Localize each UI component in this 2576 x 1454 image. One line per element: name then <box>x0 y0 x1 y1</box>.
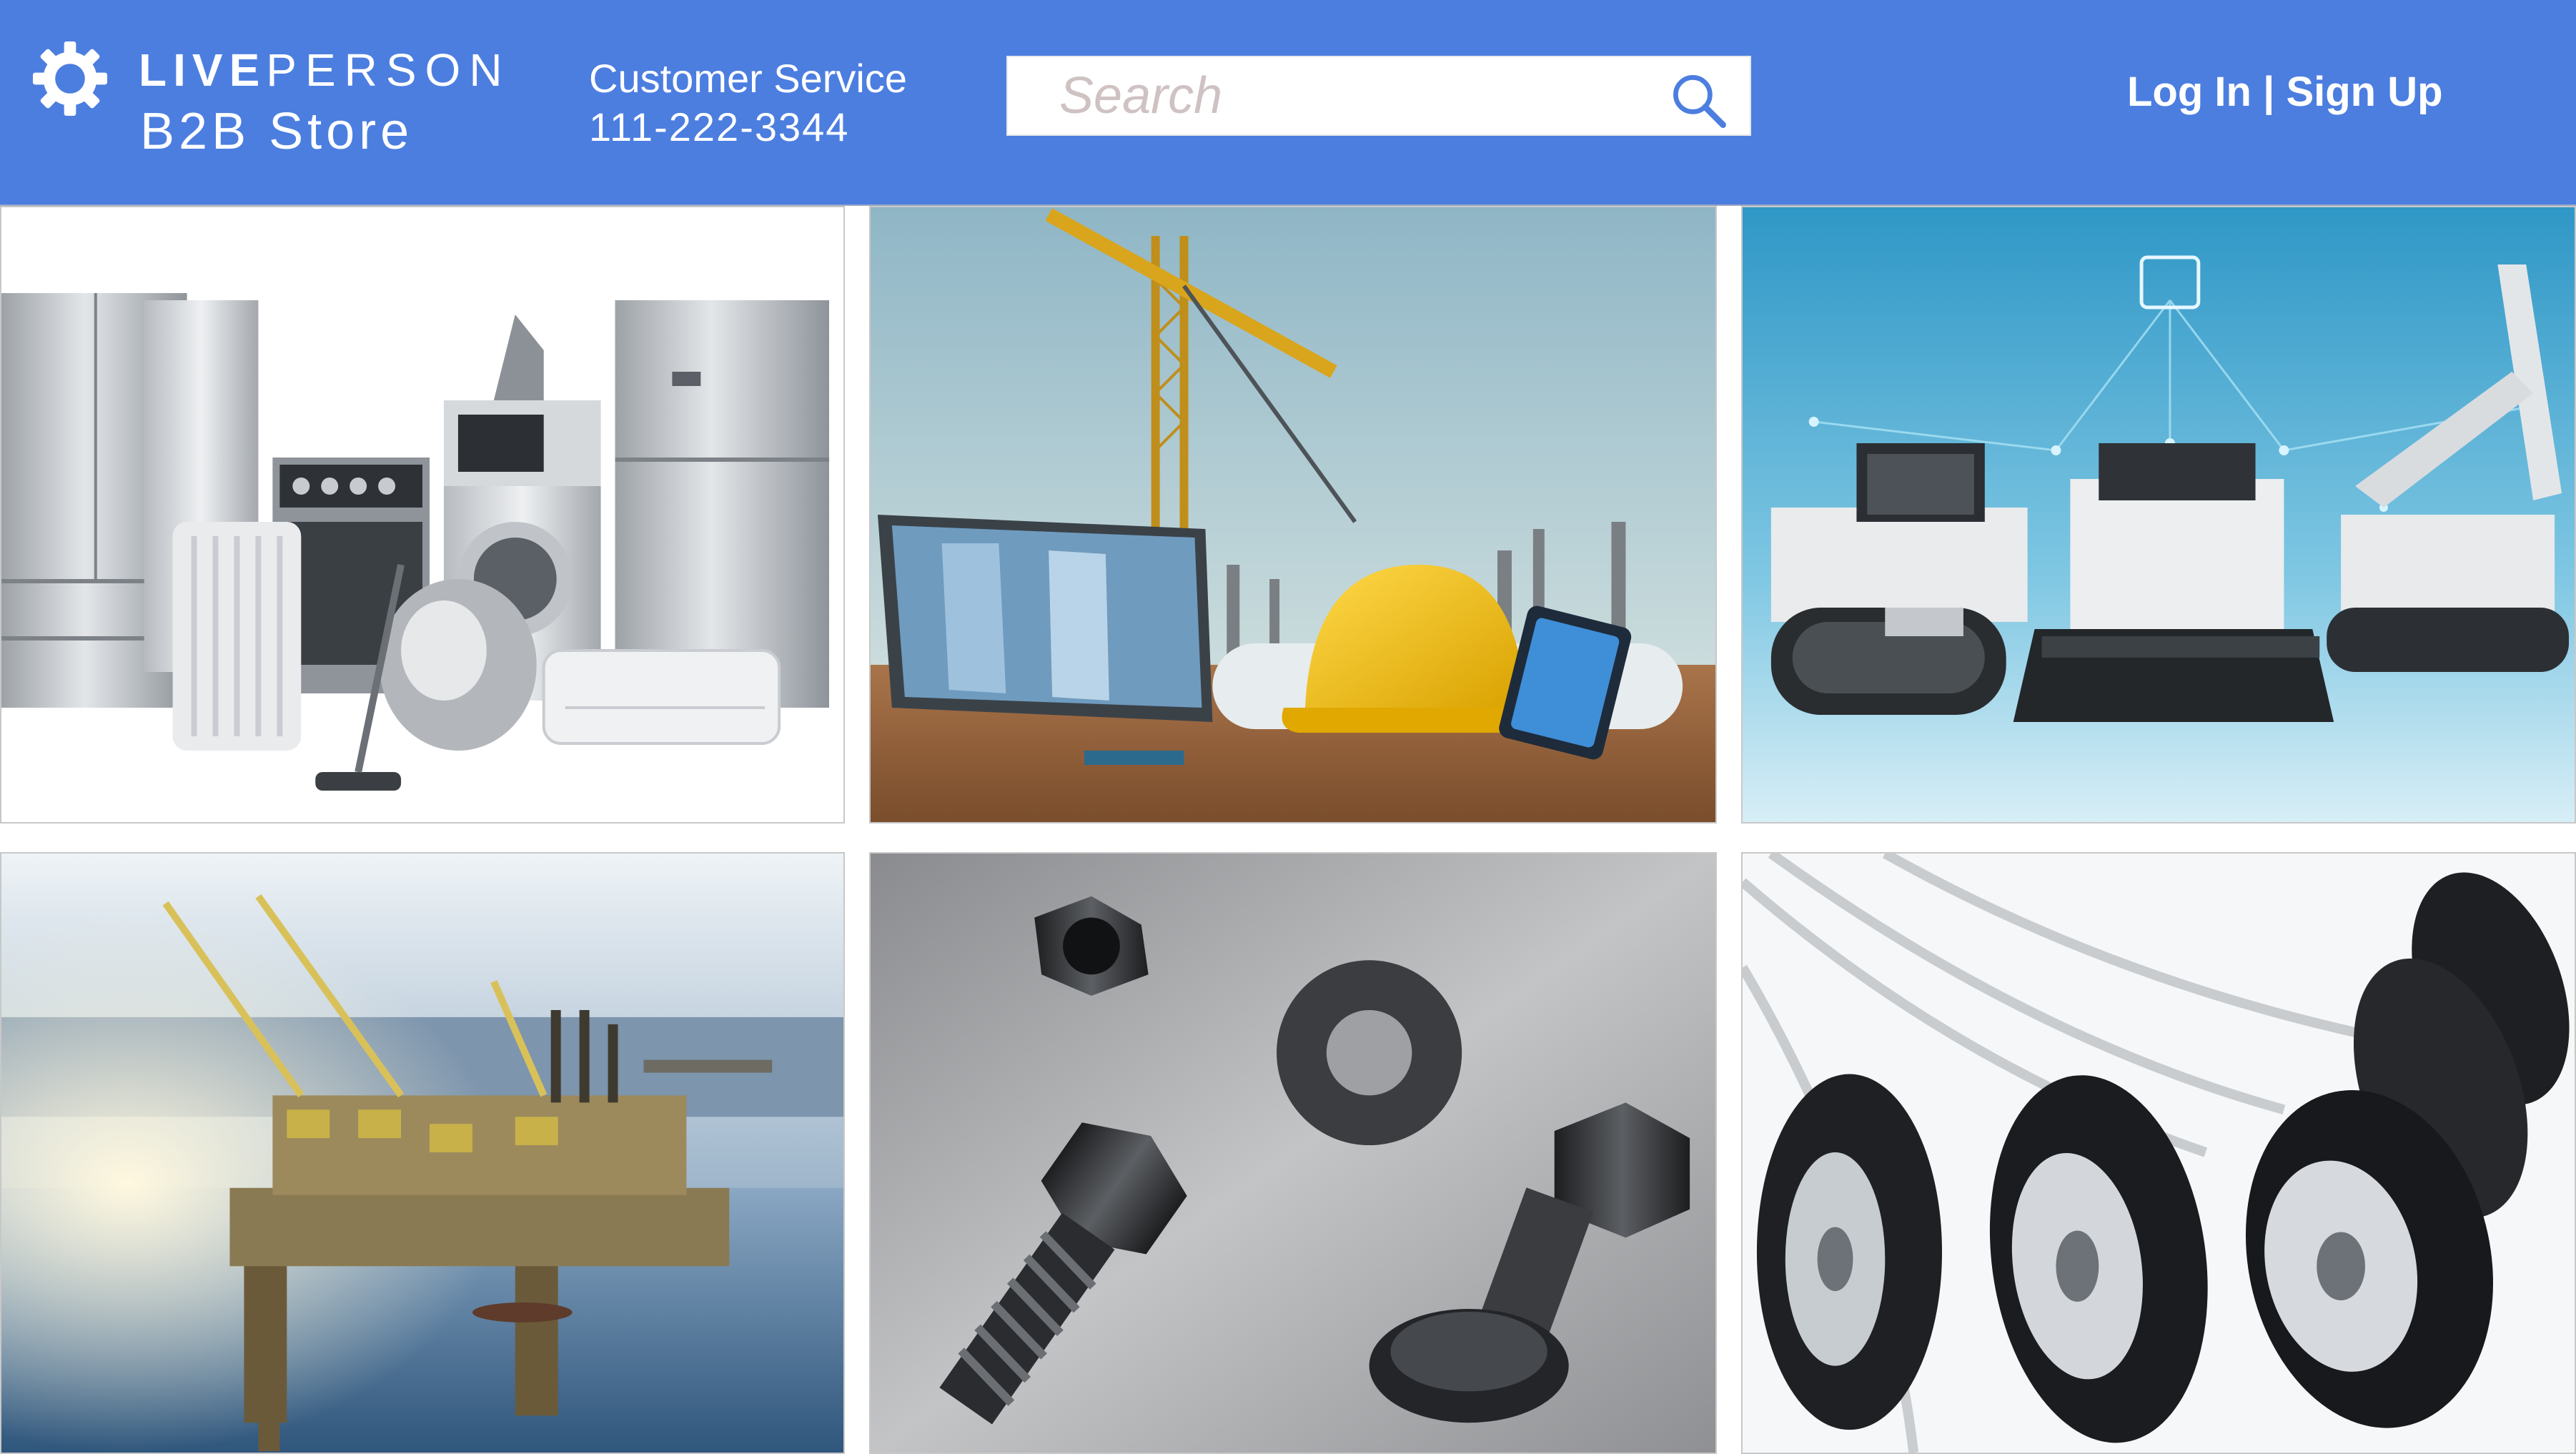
gear-icon <box>33 41 107 116</box>
signup-link[interactable]: Sign Up <box>2286 69 2442 115</box>
search-icon[interactable] <box>1665 67 1734 136</box>
login-link[interactable]: Log In <box>2127 69 2251 115</box>
brand-word-live: LIVE <box>139 44 267 96</box>
tires-image <box>1743 854 2575 1453</box>
search-bar <box>1006 56 1751 136</box>
brand-subtitle: B2B Store <box>140 103 414 160</box>
category-tile-fasteners[interactable] <box>869 852 1717 1454</box>
site-header: LIVEPERSON B2B Store Customer Service 11… <box>0 0 2576 206</box>
customer-service-label: Customer Service <box>589 56 908 101</box>
search-input[interactable] <box>1008 57 1623 134</box>
auth-links: Log In | Sign Up <box>2127 71 2443 113</box>
construction-image <box>871 207 1715 822</box>
appliances-image <box>1 207 843 822</box>
brand-name[interactable]: LIVEPERSON <box>139 47 511 93</box>
category-tile-tires[interactable] <box>1741 852 2576 1454</box>
category-tile-heavy-machinery[interactable] <box>1741 206 2576 824</box>
category-tile-oil-gas[interactable] <box>0 852 845 1454</box>
customer-service-phone[interactable]: 111-222-3344 <box>589 107 849 147</box>
oil-gas-image <box>1 854 843 1453</box>
heavy-machinery-image <box>1743 207 2575 822</box>
auth-separator: | <box>2263 69 2275 115</box>
fasteners-image <box>871 854 1715 1453</box>
category-tile-appliances[interactable] <box>0 206 845 824</box>
brand-word-person: PERSON <box>266 44 511 96</box>
category-tile-construction[interactable] <box>869 206 1717 824</box>
